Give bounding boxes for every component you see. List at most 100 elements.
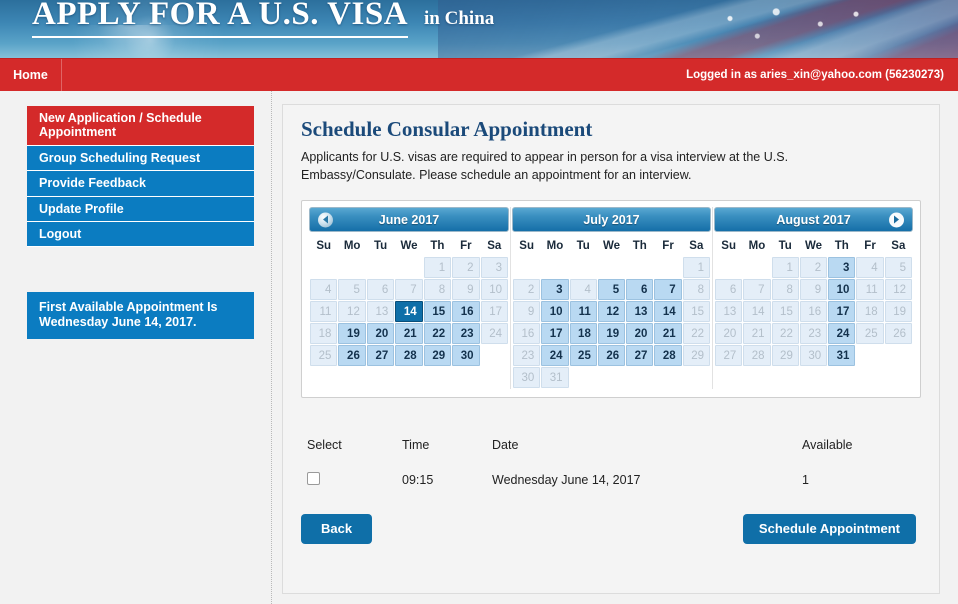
calendar-day-available[interactable]: 7: [654, 279, 682, 301]
calendar-day-disabled: 30: [513, 367, 541, 389]
column-header-select: Select: [307, 438, 342, 453]
calendar-day-available[interactable]: 10: [541, 301, 569, 323]
calendar-day-available[interactable]: 15: [423, 301, 452, 323]
site-branding: APPLY FOR A U.S. VISA in China: [32, 0, 494, 38]
calendar-day-available[interactable]: 10: [828, 279, 856, 301]
calendar-day-disabled: 13: [366, 301, 395, 323]
calendar-empty-cell: [743, 257, 770, 278]
slot-available-count: 1: [802, 473, 809, 488]
calendar-day-available[interactable]: 26: [597, 345, 626, 367]
calendar-empty-cell: [310, 257, 337, 278]
calendar-day-available[interactable]: 27: [626, 345, 654, 367]
weekday-header-row: Su Mo Tu We Th Fr Sa: [310, 237, 508, 256]
calendar-month-label-0: June 2017: [378, 212, 440, 227]
calendar-day-available[interactable]: 3: [828, 257, 856, 279]
calendar-grid-0: Su Mo Tu We Th Fr Sa 1 2 3 4 5 6 7 8 9 10 11 12 13 14 15 16 17 1…: [309, 236, 509, 367]
calendar-day-available[interactable]: 16: [452, 301, 480, 323]
weekday-we: We: [602, 240, 620, 253]
calendar-day-disabled: 27: [715, 345, 743, 367]
slot-select-checkbox[interactable]: [307, 472, 320, 486]
calendar-day-disabled: 23: [513, 345, 541, 367]
calendar-day-available[interactable]: 11: [569, 301, 597, 323]
calendar-day-available[interactable]: 17: [828, 301, 856, 323]
weekday-su: Su: [721, 240, 736, 253]
calendar-day-available[interactable]: 21: [654, 323, 682, 345]
nav-home-link[interactable]: Home: [0, 59, 62, 91]
calendar-day-available[interactable]: 17: [541, 323, 569, 345]
calendar-day-available[interactable]: 27: [366, 345, 395, 367]
calendar-day-available[interactable]: 22: [423, 323, 452, 345]
site-title: APPLY FOR A U.S. VISA: [32, 0, 409, 38]
sidebar-item-0[interactable]: New Application / Schedule Appointment: [27, 106, 254, 146]
calendar-day-available[interactable]: 23: [452, 323, 480, 345]
calendar-day-disabled: 13: [715, 301, 743, 323]
calendar-day-available[interactable]: 5: [597, 279, 626, 301]
calendar-day-disabled: 16: [799, 301, 828, 323]
calendar-day-available[interactable]: 18: [569, 323, 597, 345]
calendar-day-available[interactable]: 3: [541, 279, 569, 301]
first-available-appointment-box: First Available Appointment Is Wednesday…: [27, 292, 254, 340]
site-subtitle: in China: [424, 8, 495, 29]
calendar-week-row: 18 19 20 21 22 23 24: [310, 323, 508, 345]
slot-time: 09:15: [402, 473, 434, 488]
calendar-day-disabled: 4: [310, 279, 338, 301]
schedule-appointment-button[interactable]: Schedule Appointment: [742, 514, 916, 545]
calendar-day-disabled: 11: [856, 279, 884, 301]
calendar-day-available[interactable]: 20: [626, 323, 654, 345]
calendar-day-available[interactable]: 26: [338, 345, 366, 367]
sidebar-item-2[interactable]: Provide Feedback: [27, 171, 254, 197]
weekday-tu: Tu: [373, 240, 388, 253]
calendar-day-available[interactable]: 21: [395, 323, 423, 345]
next-month-arrow-icon[interactable]: [889, 212, 904, 228]
calendar-day-available[interactable]: 31: [828, 345, 856, 367]
calendar-empty-cell: [654, 367, 681, 388]
calendar-day-available[interactable]: 13: [626, 301, 654, 323]
sidebar-item-3[interactable]: Update Profile: [27, 196, 254, 222]
calendar-day-disabled: 26: [884, 323, 912, 345]
weekday-we: We: [400, 240, 418, 253]
sidebar-item-1[interactable]: Group Scheduling Request: [27, 145, 254, 172]
calendar-day-available[interactable]: 29: [423, 345, 452, 367]
calendar-day-disabled: 15: [771, 301, 799, 323]
calendar-header-1: July 2017: [512, 207, 711, 233]
weekday-fr: Fr: [864, 240, 876, 253]
flag-stars-icon: [688, 2, 898, 57]
calendar-week-row: 25 26 27 28 29 30: [310, 345, 508, 367]
calendar-day-available[interactable]: 20: [366, 323, 395, 345]
calendar-day-available[interactable]: 28: [654, 345, 682, 367]
prev-month-arrow-icon[interactable]: [318, 212, 333, 228]
calendar-day-disabled: 5: [338, 279, 366, 301]
calendar-day-available[interactable]: 12: [597, 301, 626, 323]
calendar-day-available[interactable]: 28: [395, 345, 423, 367]
calendar-day-disabled: 9: [452, 279, 480, 301]
calendar-empty-cell: [626, 257, 653, 278]
calendar-day-selected[interactable]: 14: [395, 301, 423, 323]
calendar-empty-cell: [598, 257, 625, 278]
calendar-day-available[interactable]: 24: [541, 345, 569, 367]
calendar-day-disabled: 18: [310, 323, 338, 345]
calendar-day-available[interactable]: 30: [452, 345, 480, 367]
column-header-date: Date: [492, 438, 519, 453]
calendar-day-available[interactable]: 19: [597, 323, 626, 345]
calendar-day-disabled: 1: [771, 257, 799, 279]
calendar-week-row: 4 5 6 7 8 9 10: [310, 279, 508, 301]
calendar-day-disabled: 16: [513, 323, 541, 345]
calendar-day-disabled: 10: [480, 279, 508, 301]
calendar-day-disabled: 25: [856, 323, 884, 345]
calendar-day-available[interactable]: 14: [654, 301, 682, 323]
calendar-day-available[interactable]: 6: [626, 279, 654, 301]
calendar-day-disabled: 17: [480, 301, 508, 323]
calendar-day-available[interactable]: 24: [828, 323, 856, 345]
action-button-row: Back Schedule Appointment: [301, 514, 916, 545]
sidebar: New Application / Schedule Appointment Gr…: [0, 91, 272, 604]
calendar-day-disabled: 29: [682, 345, 710, 367]
calendar-day-available[interactable]: 19: [338, 323, 366, 345]
calendar-day-disabled: 20: [715, 323, 743, 345]
calendar-day-disabled: 18: [856, 301, 884, 323]
calendar-day-available[interactable]: 25: [569, 345, 597, 367]
calendar-week-row: 27 28 29 30 31: [715, 345, 912, 367]
table-row: 09:15 Wednesday June 14, 2017 1: [301, 468, 916, 492]
back-button[interactable]: Back: [301, 514, 373, 545]
sidebar-item-4[interactable]: Logout: [27, 221, 254, 248]
weekday-mo: Mo: [748, 240, 766, 253]
